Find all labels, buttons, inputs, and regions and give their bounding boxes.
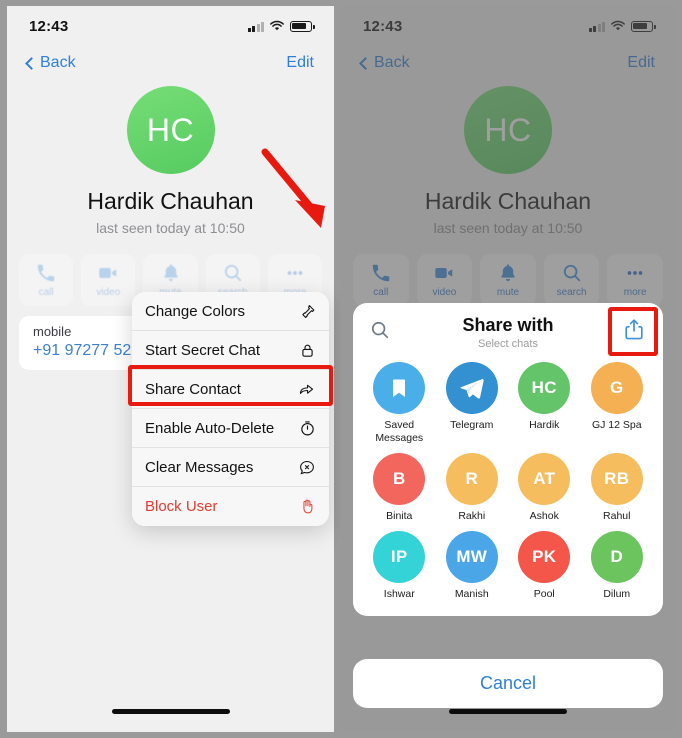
menu-item-share-contact[interactable]: Share Contact: [132, 370, 329, 409]
edit-button[interactable]: Edit: [286, 54, 314, 72]
avatar: HC: [518, 362, 571, 414]
left-phone-panel: 12:43 Back Edit HC Hardik Chauhan last s…: [0, 0, 341, 738]
cellular-signal-icon: [247, 21, 264, 32]
avatar: RB: [590, 453, 643, 506]
screenshot-stage: 12:43 Back Edit HC Hardik Chauhan last s…: [0, 0, 682, 738]
avatar: MW: [445, 531, 498, 584]
forward-arrow-icon: [297, 381, 316, 398]
home-indicator: [449, 709, 567, 714]
chat-label: Rahul: [603, 510, 631, 523]
red-arrow-annotation: [261, 148, 325, 228]
menu-label: Clear Messages: [145, 458, 254, 476]
chat-label: Saved Messages: [375, 419, 424, 445]
menu-item-block-user[interactable]: Block User: [132, 487, 329, 526]
right-phone-panel: 12:43 Back Edit: [341, 0, 682, 738]
chat-item-gj-12-spa[interactable]: G GJ 12 Spa: [581, 362, 654, 445]
chat-label: Telegram: [450, 419, 494, 431]
chat-item-binita[interactable]: B Binita: [363, 453, 436, 523]
chat-item-rakhi[interactable]: R Rakhi: [436, 453, 509, 523]
paint-roller-icon: [299, 303, 316, 320]
home-indicator: [111, 709, 230, 714]
chat-item-saved-messages[interactable]: Saved Messages: [363, 362, 436, 445]
avatar: AT: [518, 453, 571, 506]
bookmark-icon: [393, 379, 406, 397]
menu-label: Start Secret Chat: [145, 341, 261, 359]
menu-item-change-colors[interactable]: Change Colors: [132, 292, 329, 331]
chat-item-telegram[interactable]: Telegram: [436, 362, 509, 445]
menu-item-enable-auto-delete[interactable]: Enable Auto-Delete: [132, 409, 329, 448]
context-menu: Change Colors Start Secret Chat Share Co…: [132, 292, 329, 526]
share-sheet-subtitle: Select chats: [478, 338, 538, 350]
chat-label: Ishwar: [383, 588, 415, 601]
avatar: G: [590, 362, 643, 414]
menu-item-start-secret-chat[interactable]: Start Secret Chat: [132, 331, 329, 370]
chat-item-dilum[interactable]: D Dilum: [581, 531, 654, 601]
telegram-plane-icon: [460, 379, 484, 399]
chat-label: Dilum: [603, 588, 631, 601]
chat-item-ishwar[interactable]: IP Ishwar: [363, 531, 436, 601]
avatar: [373, 362, 426, 414]
avatar: D: [590, 531, 643, 584]
back-label: Back: [40, 54, 76, 71]
call-button[interactable]: call: [19, 254, 74, 306]
avatar: [445, 362, 498, 414]
chat-x-icon: [298, 459, 316, 476]
back-button[interactable]: Back: [25, 54, 76, 72]
wifi-icon: [270, 20, 284, 31]
phone-icon: [37, 264, 55, 282]
menu-label: Enable Auto-Delete: [145, 419, 275, 437]
call-label: call: [38, 287, 54, 298]
menu-label: Change Colors: [145, 302, 246, 320]
avatar: PK: [518, 531, 571, 584]
menu-item-clear-messages[interactable]: Clear Messages: [132, 448, 329, 487]
video-label: video: [96, 287, 121, 298]
chat-label: Binita: [386, 510, 413, 523]
chat-item-rahul[interactable]: RB Rahul: [581, 453, 654, 523]
avatar: HC: [126, 86, 215, 174]
right-screen: 12:43 Back Edit: [341, 6, 675, 732]
chat-item-ashok[interactable]: AT Ashok: [508, 453, 581, 523]
ellipsis-icon: [287, 271, 303, 275]
menu-label: Block User: [145, 498, 218, 515]
nav-bar: Back Edit: [7, 46, 334, 80]
timer-icon: [299, 420, 316, 437]
status-icons: [247, 20, 315, 32]
stop-hand-icon: [299, 498, 316, 515]
share-sheet: Share with Select chats Saved Messages T…: [353, 303, 663, 616]
chat-label: Ashok: [529, 510, 559, 523]
bell-icon: [163, 264, 178, 282]
chat-grid: Saved Messages Telegram HC Hardik G GJ 1…: [353, 360, 663, 616]
battery-icon: [290, 20, 315, 32]
chat-item-pool[interactable]: PK Pool: [508, 531, 581, 601]
search-icon[interactable]: [369, 319, 391, 346]
avatar: B: [373, 453, 426, 506]
avatar: IP: [373, 531, 426, 584]
avatar: R: [445, 453, 498, 506]
status-bar: 12:43: [7, 6, 334, 46]
video-camera-icon: [99, 267, 117, 279]
lock-icon: [299, 342, 316, 359]
chevron-left-icon: [25, 56, 38, 70]
share-sheet-title: Share with: [462, 315, 554, 335]
status-clock: 12:43: [29, 17, 69, 35]
chat-item-hardik[interactable]: HC Hardik: [508, 362, 581, 445]
cancel-button[interactable]: Cancel: [353, 659, 663, 708]
chat-label: Rakhi: [458, 510, 486, 523]
chat-label: Manish: [454, 588, 489, 601]
chat-label: Pool: [533, 588, 555, 601]
chat-label: Hardik: [529, 419, 560, 431]
share-sheet-header: Share with Select chats: [353, 303, 663, 360]
search-icon: [224, 264, 241, 282]
video-button[interactable]: video: [81, 254, 136, 306]
chat-item-manish[interactable]: MW Manish: [436, 531, 509, 601]
menu-label: Share Contact: [145, 380, 241, 398]
share-export-icon[interactable]: [623, 318, 645, 347]
chat-label: GJ 12 Spa: [591, 419, 642, 431]
